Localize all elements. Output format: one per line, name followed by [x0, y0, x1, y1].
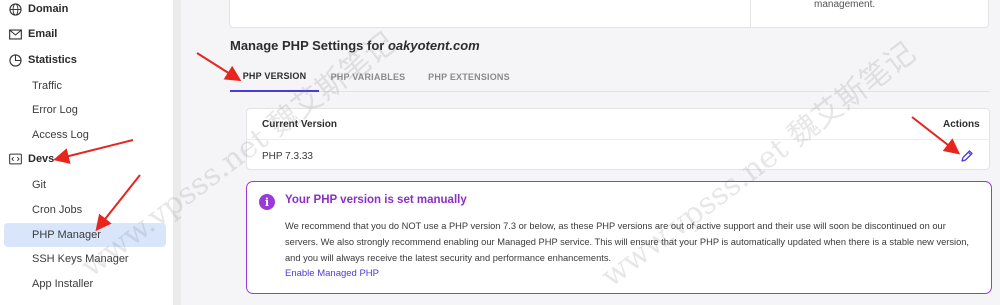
sidebar-item-access-log[interactable]: Access Log [32, 124, 89, 146]
sidebar-item-email[interactable]: Email [8, 23, 57, 45]
php-tabs: PHP VERSION PHP VARIABLES PHP EXTENSIONS [230, 62, 990, 92]
version-table: Current Version Actions PHP 7.3.33 [246, 108, 990, 170]
sidebar-item-domain[interactable]: Domain [8, 0, 68, 20]
sidebar-item-cron-jobs[interactable]: Cron Jobs [32, 199, 82, 221]
card-divider [750, 0, 751, 27]
alert-body: We recommend that you do NOT use a PHP v… [285, 221, 970, 263]
sidebar-item-label: Domain [28, 3, 69, 15]
sidebar-item-label: Devs [28, 153, 55, 165]
sidebar-item-php-manager[interactable]: PHP Manager [32, 224, 101, 246]
sidebar: Domain Email Statistics Traffic Error Lo… [0, 0, 173, 305]
sidebar-item-label: Git [32, 179, 47, 191]
sidebar-item-label: Statistics [28, 54, 77, 66]
tab-php-extensions[interactable]: PHP EXTENSIONS [417, 62, 521, 92]
sidebar-item-label: SSH Keys Manager [32, 253, 129, 265]
tab-php-variables[interactable]: PHP VARIABLES [319, 62, 417, 92]
sidebar-scrollbar[interactable] [173, 0, 181, 305]
sidebar-item-statistics[interactable]: Statistics [8, 49, 77, 71]
top-card-note: management. [814, 0, 876, 10]
alert-title: Your PHP version is set manually [285, 194, 467, 206]
current-version-value: PHP 7.3.33 [262, 151, 313, 162]
sidebar-item-traffic[interactable]: Traffic [32, 75, 62, 97]
sidebar-item-label: Traffic [32, 80, 62, 92]
page-title-prefix: Manage PHP Settings for [230, 38, 388, 53]
info-icon: i [259, 194, 275, 210]
sidebar-item-label: Email [28, 28, 58, 40]
tab-php-version[interactable]: PHP VERSION [230, 62, 319, 92]
code-window-icon [8, 152, 22, 166]
sidebar-item-label: PHP Manager [32, 229, 101, 241]
sidebar-item-label: Cron Jobs [32, 204, 83, 216]
page-title-domain: oakyotent.com [387, 38, 480, 53]
sidebar-item-label: Error Log [32, 104, 78, 116]
sidebar-item-devs[interactable]: Devs [8, 148, 54, 170]
pie-chart-icon [8, 53, 22, 67]
table-header-row: Current Version Actions [247, 109, 989, 140]
globe-icon [8, 2, 22, 16]
sidebar-item-label: Access Log [32, 129, 89, 141]
manual-version-alert: i Your PHP version is set manually We re… [246, 181, 992, 294]
top-info-card: management. [229, 0, 989, 28]
actions-header: Actions [943, 119, 980, 130]
main-content: management. Manage PHP Settings for oaky… [181, 0, 1000, 305]
sidebar-item-git[interactable]: Git [32, 174, 46, 196]
sidebar-item-app-installer[interactable]: App Installer [32, 273, 93, 295]
sidebar-item-label: App Installer [32, 278, 94, 290]
sidebar-item-error-log[interactable]: Error Log [32, 99, 78, 121]
enable-managed-php-link[interactable]: Enable Managed PHP [285, 268, 379, 279]
edit-pencil-icon[interactable] [959, 148, 975, 164]
envelope-icon [8, 27, 22, 41]
current-version-header: Current Version [262, 119, 338, 130]
page-title: Manage PHP Settings for oakyotent.com [230, 38, 480, 53]
sidebar-item-ssh-keys-manager[interactable]: SSH Keys Manager [32, 248, 129, 270]
